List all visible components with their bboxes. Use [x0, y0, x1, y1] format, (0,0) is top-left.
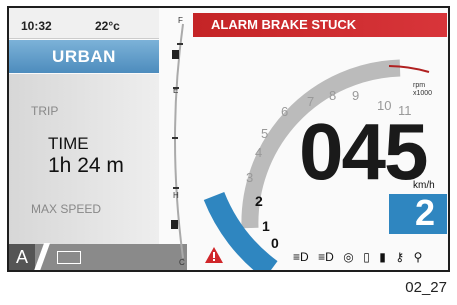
fuel-pump-icon: ▯	[363, 250, 370, 264]
gear-indicator: 2	[389, 192, 447, 234]
gear-value: 2	[414, 192, 435, 233]
tach-tick-label: 1	[262, 218, 270, 234]
dashboard-screen: 10:32 22°c URBAN TRIP TIME 1h 24 m MAX S…	[7, 6, 450, 272]
tach-tick-label: 4	[255, 145, 263, 160]
key-icon: ⚷	[395, 250, 405, 264]
battery-icon: ▮	[379, 250, 386, 264]
tach-tick-label: 6	[281, 104, 289, 119]
location-icon: ⚲	[413, 250, 423, 264]
tach-tick-label: 9	[352, 88, 360, 103]
warning-icon	[205, 247, 223, 263]
low-beam-icon: ≡D	[293, 250, 309, 264]
tach-tick-label: 0	[271, 235, 279, 251]
rpm-unit: rpm x1000	[413, 82, 432, 98]
rpm-scale: x1000	[413, 90, 433, 97]
speed-value: 045	[299, 107, 428, 196]
indicator-strip: ≡D ≡D ◎ ▯ ▮ ⚷ ⚲	[293, 248, 427, 266]
tach-tick-label: 5	[261, 126, 269, 141]
speed-unit: km/h	[413, 180, 435, 191]
figure-caption: 02_27	[405, 279, 447, 296]
tach-tick-label: 8	[329, 88, 337, 103]
tach-tick-label: 3	[246, 170, 254, 185]
tire-pressure-icon: ◎	[343, 250, 354, 264]
rpm-label: rpm	[413, 82, 426, 89]
tach-tick-label: 2	[255, 193, 263, 209]
parking-light-icon: ≡D	[318, 250, 334, 264]
